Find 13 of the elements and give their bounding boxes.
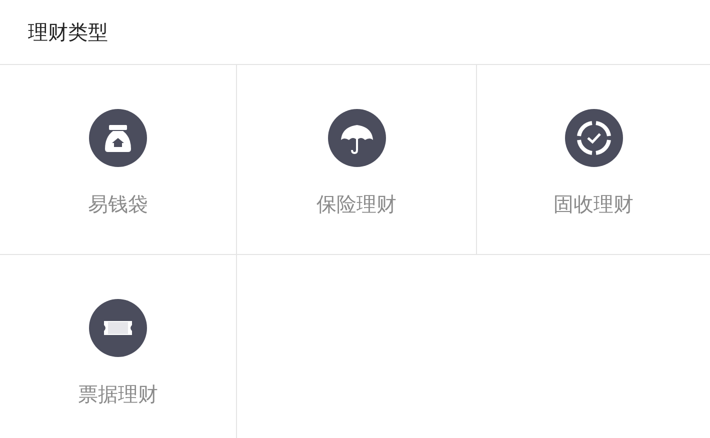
category-label: 票据理财	[78, 381, 158, 408]
category-tile[interactable]: 固收理财	[477, 65, 710, 255]
target-check-icon	[564, 109, 622, 167]
category-tile[interactable]: 保险理财	[237, 65, 477, 255]
category-label: 固收理财	[554, 191, 634, 218]
category-label: 易钱袋	[88, 191, 148, 218]
section-title: 理财类型	[28, 18, 108, 46]
umbrella-icon	[328, 109, 386, 167]
category-tile[interactable]: 易钱袋	[0, 65, 237, 255]
category-tile[interactable]: 票据理财	[0, 255, 237, 438]
ticket-icon	[89, 299, 147, 357]
category-label: 保险理财	[316, 191, 396, 218]
money-bag-icon	[89, 109, 147, 167]
